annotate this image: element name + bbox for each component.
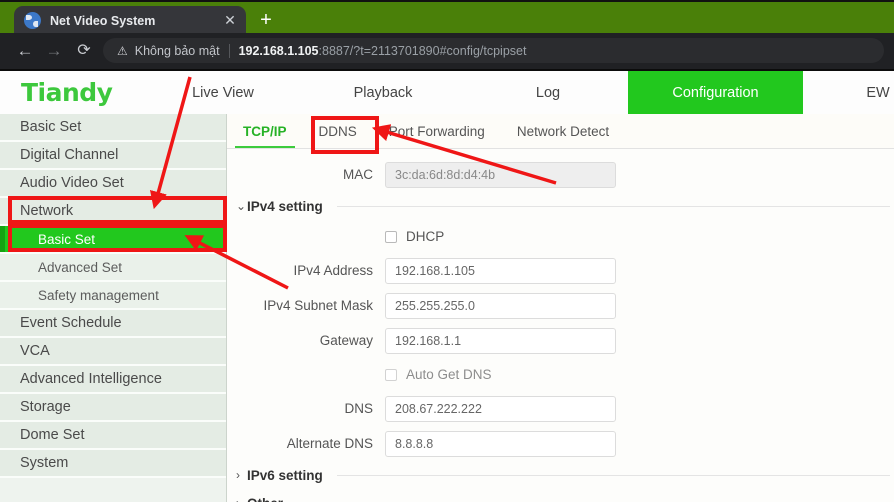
sidebar-item-label: Storage bbox=[20, 399, 71, 415]
field-row-gateway: Gateway 192.168.1.1 bbox=[227, 323, 894, 358]
section-ipv6-setting[interactable]: › IPv6 setting bbox=[227, 461, 894, 489]
ipv4-address-input[interactable]: 192.168.1.105 bbox=[385, 257, 616, 284]
sidebar-item-dome-set[interactable]: Dome Set bbox=[0, 422, 226, 450]
field-row-dns: DNS 208.67.222.222 bbox=[227, 391, 894, 426]
nav-item-log[interactable]: Log bbox=[468, 71, 628, 114]
dns-input[interactable]: 208.67.222.222 bbox=[385, 395, 616, 422]
section-other[interactable]: › Other bbox=[227, 489, 894, 502]
sidebar-item-label: Audio Video Set bbox=[20, 175, 124, 191]
sidebar-item-label: Basic Set bbox=[20, 119, 82, 135]
chevron-right-icon: › bbox=[236, 468, 240, 482]
tab-tcp-ip[interactable]: TCP/IP bbox=[227, 124, 303, 148]
field-row-ipv4-subnet-mask: IPv4 Subnet Mask 255.255.255.0 bbox=[227, 288, 894, 323]
forward-icon[interactable]: → bbox=[42, 39, 66, 63]
app-logo: Tiandy bbox=[21, 78, 113, 107]
url-path: :8887/?t=2113701890#config/tcpipset bbox=[318, 43, 527, 58]
section-other-title: Other bbox=[247, 496, 283, 502]
sidebar-item-label: Advanced Intelligence bbox=[20, 371, 162, 387]
omnibox-divider bbox=[228, 43, 230, 58]
warning-icon: ⚠ bbox=[117, 43, 128, 58]
ipv4-address-label: IPv4 Address bbox=[293, 263, 373, 278]
section-divider bbox=[336, 474, 890, 476]
field-row-alternate-dns: Alternate DNS 8.8.8.8 bbox=[227, 426, 894, 461]
auto-get-dns-checkbox[interactable] bbox=[385, 368, 397, 381]
browser-tab-strip: Net Video System ✕ + bbox=[0, 0, 894, 35]
sidebar: Basic Set Digital Channel Audio Video Set N… bbox=[0, 114, 227, 502]
tcpip-form: MAC 3c:da:6d:8d:d4:4b ⌄ IPv4 setting DHC… bbox=[227, 149, 894, 502]
sidebar-filler bbox=[0, 478, 226, 502]
close-icon[interactable]: ✕ bbox=[219, 10, 241, 32]
globe-icon bbox=[24, 12, 41, 29]
tab-network-detect[interactable]: Network Detect bbox=[501, 124, 625, 148]
dns-label: DNS bbox=[344, 401, 373, 416]
sidebar-item-storage[interactable]: Storage bbox=[0, 394, 226, 422]
sidebar-item-label: Advanced Set bbox=[38, 259, 123, 275]
section-ipv4-title: IPv4 setting bbox=[247, 198, 323, 214]
field-row-mac: MAC 3c:da:6d:8d:d4:4b bbox=[227, 157, 894, 192]
section-divider bbox=[336, 205, 890, 207]
nav-item-playback[interactable]: Playback bbox=[298, 71, 468, 114]
section-ipv6-title: IPv6 setting bbox=[247, 467, 323, 483]
sidebar-item-vca[interactable]: VCA bbox=[0, 338, 226, 366]
browser-window: Net Video System ✕ + ← → ⟳ ⚠ Không bảo m… bbox=[0, 0, 894, 502]
annotation-box-network bbox=[8, 196, 227, 224]
address-bar[interactable]: ⚠ Không bảo mật 192.168.1.105:8887/?t=21… bbox=[103, 38, 884, 63]
chevron-down-icon: ⌄ bbox=[236, 199, 247, 213]
sidebar-item-system[interactable]: System bbox=[0, 450, 226, 478]
gateway-label: Gateway bbox=[319, 333, 373, 348]
nav-item-ew[interactable]: EW bbox=[803, 71, 894, 114]
field-row-ipv4-address: IPv4 Address 192.168.1.105 bbox=[227, 253, 894, 288]
tab-port-forwarding[interactable]: Port Forwarding bbox=[373, 124, 501, 148]
sidebar-item-audio-video-set[interactable]: Audio Video Set bbox=[0, 170, 226, 198]
sidebar-item-digital-channel[interactable]: Digital Channel bbox=[0, 142, 226, 170]
content-panel: TCP/IP DDNS Port Forwarding Network Detect … bbox=[227, 114, 894, 502]
chevron-right-icon: › bbox=[227, 496, 247, 502]
sidebar-item-label: Dome Set bbox=[20, 427, 85, 443]
mac-label: MAC bbox=[343, 167, 373, 182]
sidebar-item-label: System bbox=[20, 455, 69, 471]
security-status-label[interactable]: Không bảo mật bbox=[135, 44, 220, 58]
sidebar-item-label: VCA bbox=[20, 343, 50, 359]
back-icon[interactable]: ← bbox=[13, 39, 37, 63]
reload-icon[interactable]: ⟳ bbox=[72, 39, 96, 63]
sidebar-item-advanced-set-sub[interactable]: Advanced Set bbox=[0, 254, 226, 282]
gateway-input[interactable]: 192.168.1.1 bbox=[385, 327, 616, 354]
url-text: 192.168.1.105:8887/?t=2113701890#config/… bbox=[239, 44, 884, 58]
checkbox-row-auto-get-dns: Auto Get DNS bbox=[227, 358, 894, 391]
sidebar-item-event-schedule[interactable]: Event Schedule bbox=[0, 310, 226, 338]
alternate-dns-input[interactable]: 8.8.8.8 bbox=[385, 430, 616, 457]
dhcp-checkbox[interactable] bbox=[385, 230, 397, 243]
annotation-box-basic-set bbox=[8, 224, 227, 252]
sidebar-item-safety-management-sub[interactable]: Safety management bbox=[0, 282, 226, 310]
auto-get-dns-label[interactable]: Auto Get DNS bbox=[406, 367, 492, 382]
dhcp-label[interactable]: DHCP bbox=[406, 229, 444, 244]
sidebar-item-advanced-intelligence[interactable]: Advanced Intelligence bbox=[0, 366, 226, 394]
url-host: 192.168.1.105 bbox=[238, 43, 319, 58]
browser-toolbar: ← → ⟳ ⚠ Không bảo mật 192.168.1.105:8887… bbox=[0, 33, 894, 71]
sidebar-item-basic-set[interactable]: Basic Set bbox=[0, 114, 226, 142]
annotation-box-ddns bbox=[311, 116, 379, 154]
sidebar-item-label: Safety management bbox=[38, 287, 159, 303]
alternate-dns-label: Alternate DNS bbox=[286, 436, 373, 451]
ipv4-subnet-mask-label: IPv4 Subnet Mask bbox=[263, 298, 373, 313]
sidebar-item-label: Digital Channel bbox=[20, 147, 119, 163]
nav-item-configuration[interactable]: Configuration bbox=[628, 71, 803, 114]
mac-field: 3c:da:6d:8d:d4:4b bbox=[385, 161, 616, 188]
app-main-nav: Live View Playback Log Configuration EW bbox=[148, 71, 894, 114]
browser-tab-title: Net Video System bbox=[50, 13, 156, 28]
checkbox-row-dhcp: DHCP bbox=[227, 220, 894, 253]
sidebar-item-label: Event Schedule bbox=[20, 315, 122, 331]
browser-tab[interactable]: Net Video System ✕ bbox=[14, 6, 246, 35]
nav-item-live-view[interactable]: Live View bbox=[148, 71, 298, 114]
new-tab-button[interactable]: + bbox=[254, 9, 278, 33]
ipv4-subnet-mask-input[interactable]: 255.255.255.0 bbox=[385, 292, 616, 319]
section-ipv4-setting[interactable]: ⌄ IPv4 setting bbox=[227, 192, 894, 220]
